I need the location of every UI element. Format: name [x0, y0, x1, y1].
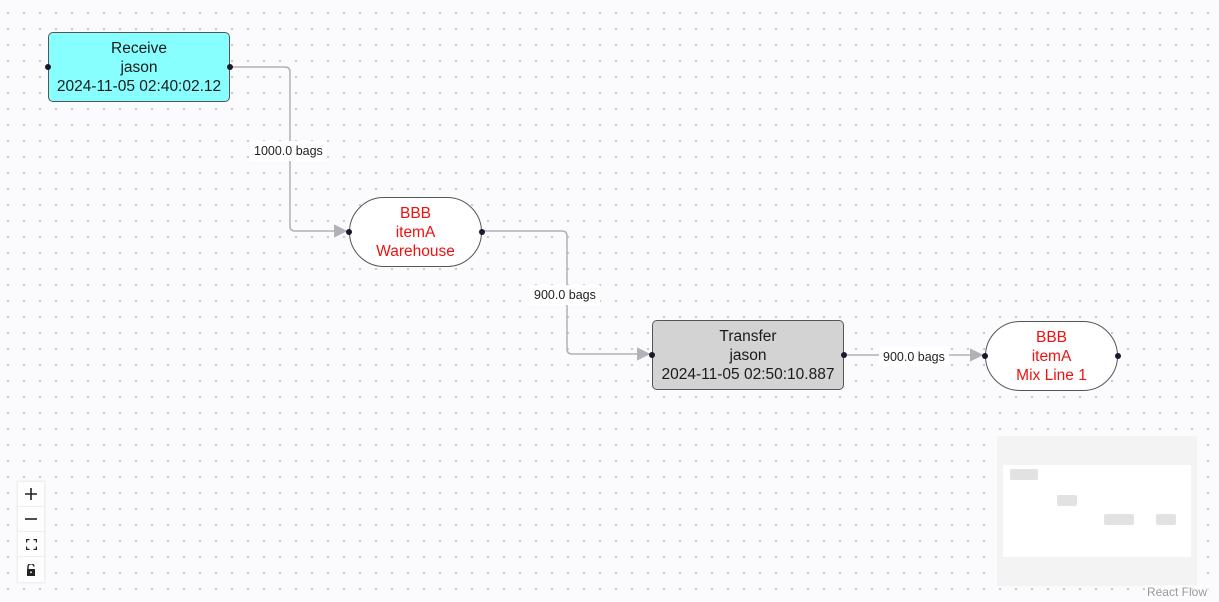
target-handle[interactable] — [346, 229, 352, 235]
node-user: jason — [120, 58, 158, 76]
node-owner: BBB — [1035, 328, 1067, 346]
edge-label[interactable]: 1000.0 bags — [250, 141, 327, 161]
node-user: jason — [729, 346, 767, 364]
source-handle[interactable] — [479, 229, 485, 235]
source-handle[interactable] — [227, 64, 233, 70]
target-handle[interactable] — [982, 353, 988, 359]
minimap-node — [1057, 495, 1077, 506]
node-location: Warehouse — [376, 242, 455, 260]
minimap[interactable] — [997, 436, 1197, 586]
node-title: Receive — [111, 39, 167, 57]
target-handle[interactable] — [649, 352, 655, 358]
source-handle[interactable] — [1115, 353, 1121, 359]
edge-label[interactable]: 900.0 bags — [530, 285, 600, 305]
node-title: Transfer — [719, 327, 777, 345]
source-handle[interactable] — [841, 352, 847, 358]
node-warehouse[interactable]: BBB itemA Warehouse — [346, 197, 485, 267]
minimap-node — [1010, 469, 1038, 480]
node-owner: BBB — [399, 204, 431, 222]
node-item: itemA — [395, 223, 436, 241]
unlock-icon — [27, 563, 35, 576]
react-flow-attribution[interactable]: React Flow — [1144, 585, 1209, 599]
node-mixline[interactable]: BBB itemA Mix Line 1 — [982, 321, 1121, 391]
node-transfer[interactable]: Transfer jason 2024-11-05 02:50:10.887 — [649, 320, 847, 390]
edge-label[interactable]: 900.0 bags — [879, 347, 949, 367]
node-timestamp: 2024-11-05 02:50:10.887 — [661, 365, 835, 383]
minimap-node — [1104, 514, 1134, 525]
fit-view-button[interactable] — [18, 532, 44, 557]
node-item: itemA — [1031, 347, 1072, 365]
fit-view-icon — [25, 538, 37, 550]
zoom-out-icon — [25, 518, 37, 520]
zoom-in-button[interactable] — [18, 482, 44, 507]
minimap-node — [1156, 514, 1176, 525]
zoom-out-button[interactable] — [18, 507, 44, 532]
target-handle[interactable] — [45, 64, 51, 70]
node-location: Mix Line 1 — [1016, 366, 1087, 384]
flow-controls — [18, 482, 44, 582]
node-receive[interactable]: Receive jason 2024-11-05 02:40:02.12 — [45, 32, 233, 102]
zoom-in-icon — [25, 488, 37, 500]
lock-button[interactable] — [18, 557, 44, 582]
node-timestamp: 2024-11-05 02:40:02.12 — [56, 77, 222, 95]
